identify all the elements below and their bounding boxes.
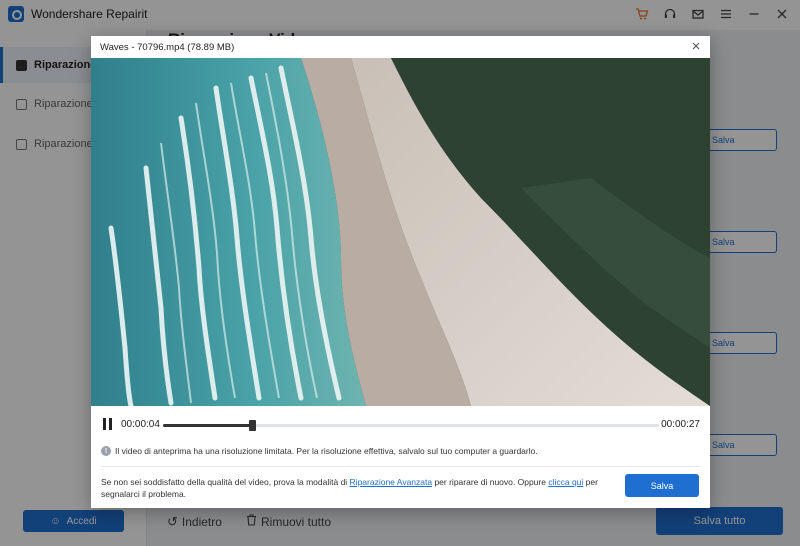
video-preview[interactable] (91, 58, 710, 406)
seek-handle[interactable] (249, 420, 257, 431)
dialog-title: Waves - 70796.mp4 (78.89 MB) (100, 42, 235, 53)
total-time: 00:00:27 (661, 419, 700, 430)
save-button[interactable]: Salva (625, 474, 699, 497)
close-icon[interactable]: × (688, 39, 704, 55)
pause-icon[interactable] (102, 418, 114, 431)
preview-dialog: Waves - 70796.mp4 (78.89 MB) × 00:00:04 … (91, 36, 710, 508)
player-controls: 00:00:04 00:00:27 (91, 414, 710, 436)
info-icon: ! (101, 446, 111, 456)
help-text: Se non sei soddisfatto della qualità del… (101, 476, 601, 500)
save-label: Salva (650, 480, 674, 491)
divider (101, 466, 700, 467)
advanced-repair-link[interactable]: Riparazione Avanzata (350, 477, 433, 487)
current-time: 00:00:04 (121, 419, 160, 430)
preview-info-note: ! Il video di anteprima ha una risoluzio… (101, 446, 538, 456)
seek-bar[interactable] (163, 420, 659, 431)
seek-bar-progress (163, 424, 253, 427)
help-text-part: per riparare di nuovo. Oppure (432, 477, 549, 487)
info-note-text: Il video di anteprima ha una risoluzione… (115, 446, 538, 456)
help-text-part: Se non sei soddisfatto della qualità del… (101, 477, 350, 487)
click-here-link[interactable]: clicca qui (548, 477, 583, 487)
